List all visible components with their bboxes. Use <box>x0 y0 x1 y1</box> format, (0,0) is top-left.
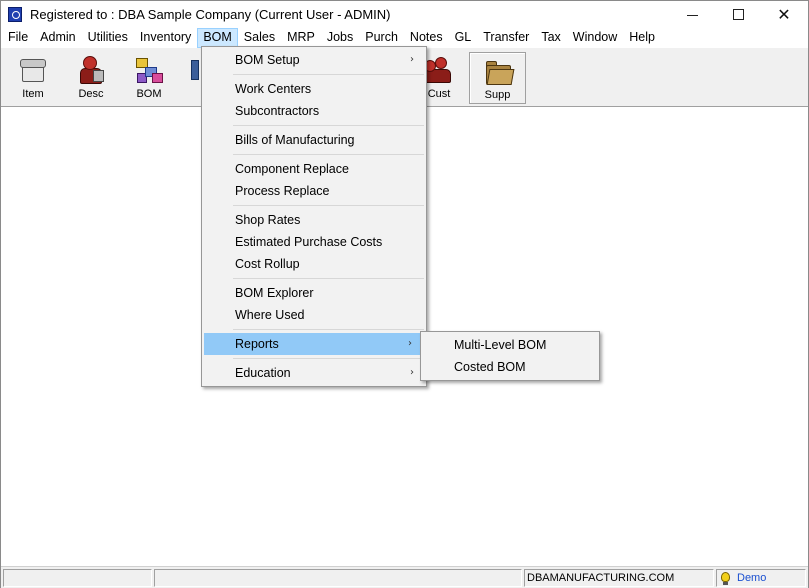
status-website: DBAMANUFACTURING.COM <box>524 569 714 587</box>
status-pane-2 <box>154 569 522 587</box>
menu-help[interactable]: Help <box>623 28 661 48</box>
menu-item-cost-rollup[interactable]: Cost Rollup <box>202 253 426 275</box>
menu-separator <box>233 329 424 330</box>
menu-item-shop-rates[interactable]: Shop Rates <box>202 209 426 231</box>
reports-submenu: Multi-Level BOM Costed BOM <box>420 331 600 381</box>
menu-item-label: Reports <box>235 337 279 351</box>
close-button[interactable]: ✕ <box>761 1 807 29</box>
toolbar-item-button[interactable]: Item <box>7 52 59 104</box>
menu-item-bom-setup[interactable]: BOM Setup › <box>202 49 426 71</box>
menu-item-bills-of-manufacturing[interactable]: Bills of Manufacturing <box>202 129 426 151</box>
menu-item-component-replace[interactable]: Component Replace <box>202 158 426 180</box>
menu-bar: File Admin Utilities Inventory BOM Sales… <box>1 28 808 48</box>
chevron-right-icon: › <box>410 367 414 378</box>
toolbar-bom-button[interactable]: BOM <box>123 52 175 104</box>
menu-item-bom-explorer[interactable]: BOM Explorer <box>202 282 426 304</box>
menu-separator <box>233 125 424 126</box>
menu-transfer[interactable]: Transfer <box>477 28 535 48</box>
close-icon: ✕ <box>777 5 791 24</box>
person-tag-icon <box>75 54 107 86</box>
minimize-button[interactable] <box>669 1 715 29</box>
menu-notes[interactable]: Notes <box>404 28 449 48</box>
window-title: Registered to : DBA Sample Company (Curr… <box>30 7 391 22</box>
status-pane-1 <box>3 569 152 587</box>
menu-separator <box>233 205 424 206</box>
chevron-right-icon: › <box>408 338 412 349</box>
bom-dropdown-menu: BOM Setup › Work Centers Subcontractors … <box>201 46 427 387</box>
toolbar-desc-label: Desc <box>78 88 104 100</box>
menu-item-costed-bom[interactable]: Costed BOM <box>421 356 599 378</box>
menu-jobs[interactable]: Jobs <box>321 28 359 48</box>
menu-bom[interactable]: BOM <box>197 28 238 48</box>
menu-item-estimated-purchase-costs[interactable]: Estimated Purchase Costs <box>202 231 426 253</box>
menu-gl[interactable]: GL <box>449 28 478 48</box>
people-icon <box>423 54 455 86</box>
menu-item-label: BOM Setup <box>235 53 300 67</box>
menu-sales[interactable]: Sales <box>238 28 281 48</box>
menu-separator <box>233 358 424 359</box>
menu-item-work-centers[interactable]: Work Centers <box>202 78 426 100</box>
menu-item-reports[interactable]: Reports › <box>204 333 424 355</box>
toolbar-supp-button[interactable]: Supp <box>469 52 526 104</box>
menu-item-subcontractors[interactable]: Subcontractors <box>202 100 426 122</box>
app-icon[interactable] <box>8 7 22 22</box>
toolbar-bom-label: BOM <box>136 88 162 100</box>
menu-purch[interactable]: Purch <box>359 28 404 48</box>
blocks-icon <box>133 54 165 86</box>
status-mode: Demo <box>716 569 806 587</box>
maximize-icon <box>733 9 744 20</box>
menu-separator <box>233 154 424 155</box>
menu-tax[interactable]: Tax <box>535 28 566 48</box>
minimize-icon <box>687 15 698 16</box>
menu-file[interactable]: File <box>1 28 34 48</box>
menu-item-where-used[interactable]: Where Used <box>202 304 426 326</box>
menu-item-education[interactable]: Education › <box>202 362 426 384</box>
item-box-icon <box>17 54 49 86</box>
demo-label: Demo <box>737 572 767 584</box>
maximize-button[interactable] <box>715 1 761 29</box>
menu-admin[interactable]: Admin <box>34 28 81 48</box>
menu-utilities[interactable]: Utilities <box>82 28 134 48</box>
status-bar: DBAMANUFACTURING.COM Demo <box>1 566 808 588</box>
menu-separator <box>233 278 424 279</box>
folder-icon <box>482 55 514 87</box>
menu-item-label: Education <box>235 366 291 380</box>
menu-separator <box>233 74 424 75</box>
toolbar-hidden-button[interactable] <box>181 52 203 104</box>
toolbar-item-label: Item <box>22 88 44 100</box>
menu-window[interactable]: Window <box>567 28 623 48</box>
toolbar-desc-button[interactable]: Desc <box>65 52 117 104</box>
menu-item-process-replace[interactable]: Process Replace <box>202 180 426 202</box>
title-bar[interactable]: Registered to : DBA Sample Company (Curr… <box>1 1 808 29</box>
menu-item-multi-level-bom[interactable]: Multi-Level BOM <box>421 334 599 356</box>
lightbulb-icon <box>721 572 730 585</box>
menu-inventory[interactable]: Inventory <box>134 28 197 48</box>
menu-mrp[interactable]: MRP <box>281 28 321 48</box>
chevron-right-icon: › <box>410 54 414 65</box>
toolbar-supp-label: Supp <box>484 89 511 101</box>
